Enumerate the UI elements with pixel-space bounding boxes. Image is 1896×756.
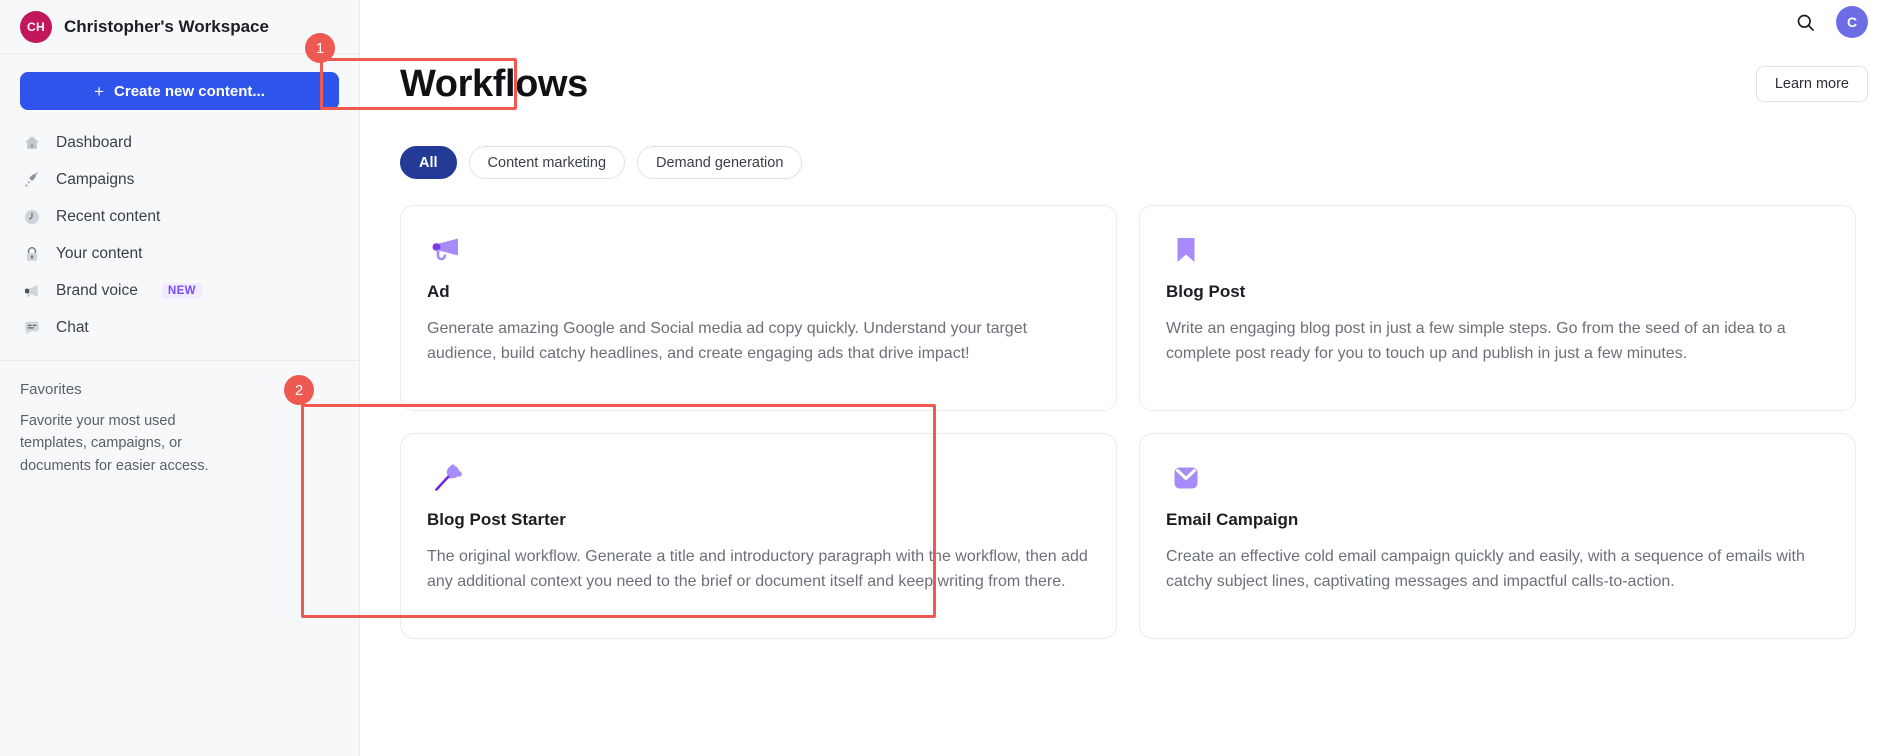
card-ad[interactable]: Ad Generate amazing Google and Social me… (400, 205, 1117, 411)
page-title: Workflows (400, 62, 588, 105)
app-root: CH Christopher's Workspace + Create new … (0, 0, 1896, 756)
search-icon[interactable] (1792, 9, 1818, 35)
favorites-description: Favorite your most used templates, campa… (20, 413, 209, 474)
page-header: Workflows Learn more (360, 44, 1896, 116)
favorites-title: Favorites (20, 381, 82, 398)
megaphone-icon (22, 281, 42, 301)
filter-chip-all[interactable]: All (400, 146, 457, 179)
sidebar-item-campaigns[interactable]: Campaigns (20, 161, 339, 198)
card-description: Write an engaging blog post in just a fe… (1166, 320, 1786, 363)
card-title: Blog Post (1166, 282, 1246, 301)
sidebar-item-brand-voice[interactable]: Brand voice NEW (20, 272, 339, 309)
filter-chip-content-marketing[interactable]: Content marketing (468, 146, 626, 179)
rocket-icon (22, 170, 42, 190)
card-title: Ad (427, 282, 450, 301)
top-bar: C (360, 0, 1896, 44)
filter-chip-demand-generation[interactable]: Demand generation (637, 146, 803, 179)
workspace-name: Christopher's Workspace (64, 16, 269, 36)
card-email-campaign[interactable]: Email Campaign Create an effective cold … (1139, 433, 1856, 639)
chat-icon (22, 318, 42, 338)
card-title: Email Campaign (1166, 510, 1299, 529)
sidebar-item-label: Brand voice (56, 281, 138, 299)
card-description: Generate amazing Google and Social media… (427, 320, 1028, 363)
main-content: C Workflows Learn more All Content marke… (360, 0, 1896, 756)
workflow-card-grid: Ad Generate amazing Google and Social me… (360, 179, 1896, 639)
filter-chip-group: All Content marketing Demand generation (360, 116, 1896, 179)
megaphone-icon (427, 230, 1090, 272)
sidebar-item-your-content[interactable]: Your content (20, 235, 339, 272)
sidebar-item-label: Chat (56, 318, 89, 336)
envelope-icon (1166, 458, 1829, 500)
status-badge-new: NEW (161, 282, 202, 299)
bookmark-icon (1166, 230, 1829, 272)
sidebar: CH Christopher's Workspace + Create new … (0, 0, 360, 756)
workspace-avatar: CH (20, 10, 52, 43)
sidebar-item-recent-content[interactable]: Recent content (20, 198, 339, 235)
sidebar-item-label: Campaigns (56, 170, 135, 188)
avatar[interactable]: C (1836, 6, 1868, 38)
card-description: Create an effective cold email campaign … (1166, 548, 1805, 591)
card-description: The original workflow. Generate a title … (427, 548, 1088, 591)
sidebar-item-chat[interactable]: Chat (20, 309, 339, 346)
sidebar-nav: Dashboard Campaigns Recent content Your … (0, 124, 359, 346)
sidebar-item-dashboard[interactable]: Dashboard (20, 124, 339, 161)
clock-icon (22, 207, 42, 227)
create-new-content-label: Create new content... (114, 82, 265, 100)
learn-more-button[interactable]: Learn more (1755, 66, 1868, 102)
card-blog-post[interactable]: Blog Post Write an engaging blog post in… (1139, 205, 1856, 411)
create-new-content-button[interactable]: + Create new content... (20, 72, 339, 110)
lock-icon (22, 244, 42, 264)
sidebar-item-label: Dashboard (56, 133, 132, 151)
card-title: Blog Post Starter (427, 510, 566, 529)
magic-wand-icon (427, 458, 1090, 500)
workspace-header[interactable]: CH Christopher's Workspace (0, 0, 359, 54)
home-icon (22, 133, 42, 153)
sidebar-item-label: Recent content (56, 207, 161, 225)
plus-icon: + (94, 81, 105, 101)
card-blog-post-starter[interactable]: Blog Post Starter The original workflow.… (400, 433, 1117, 639)
sidebar-item-label: Your content (56, 244, 143, 262)
